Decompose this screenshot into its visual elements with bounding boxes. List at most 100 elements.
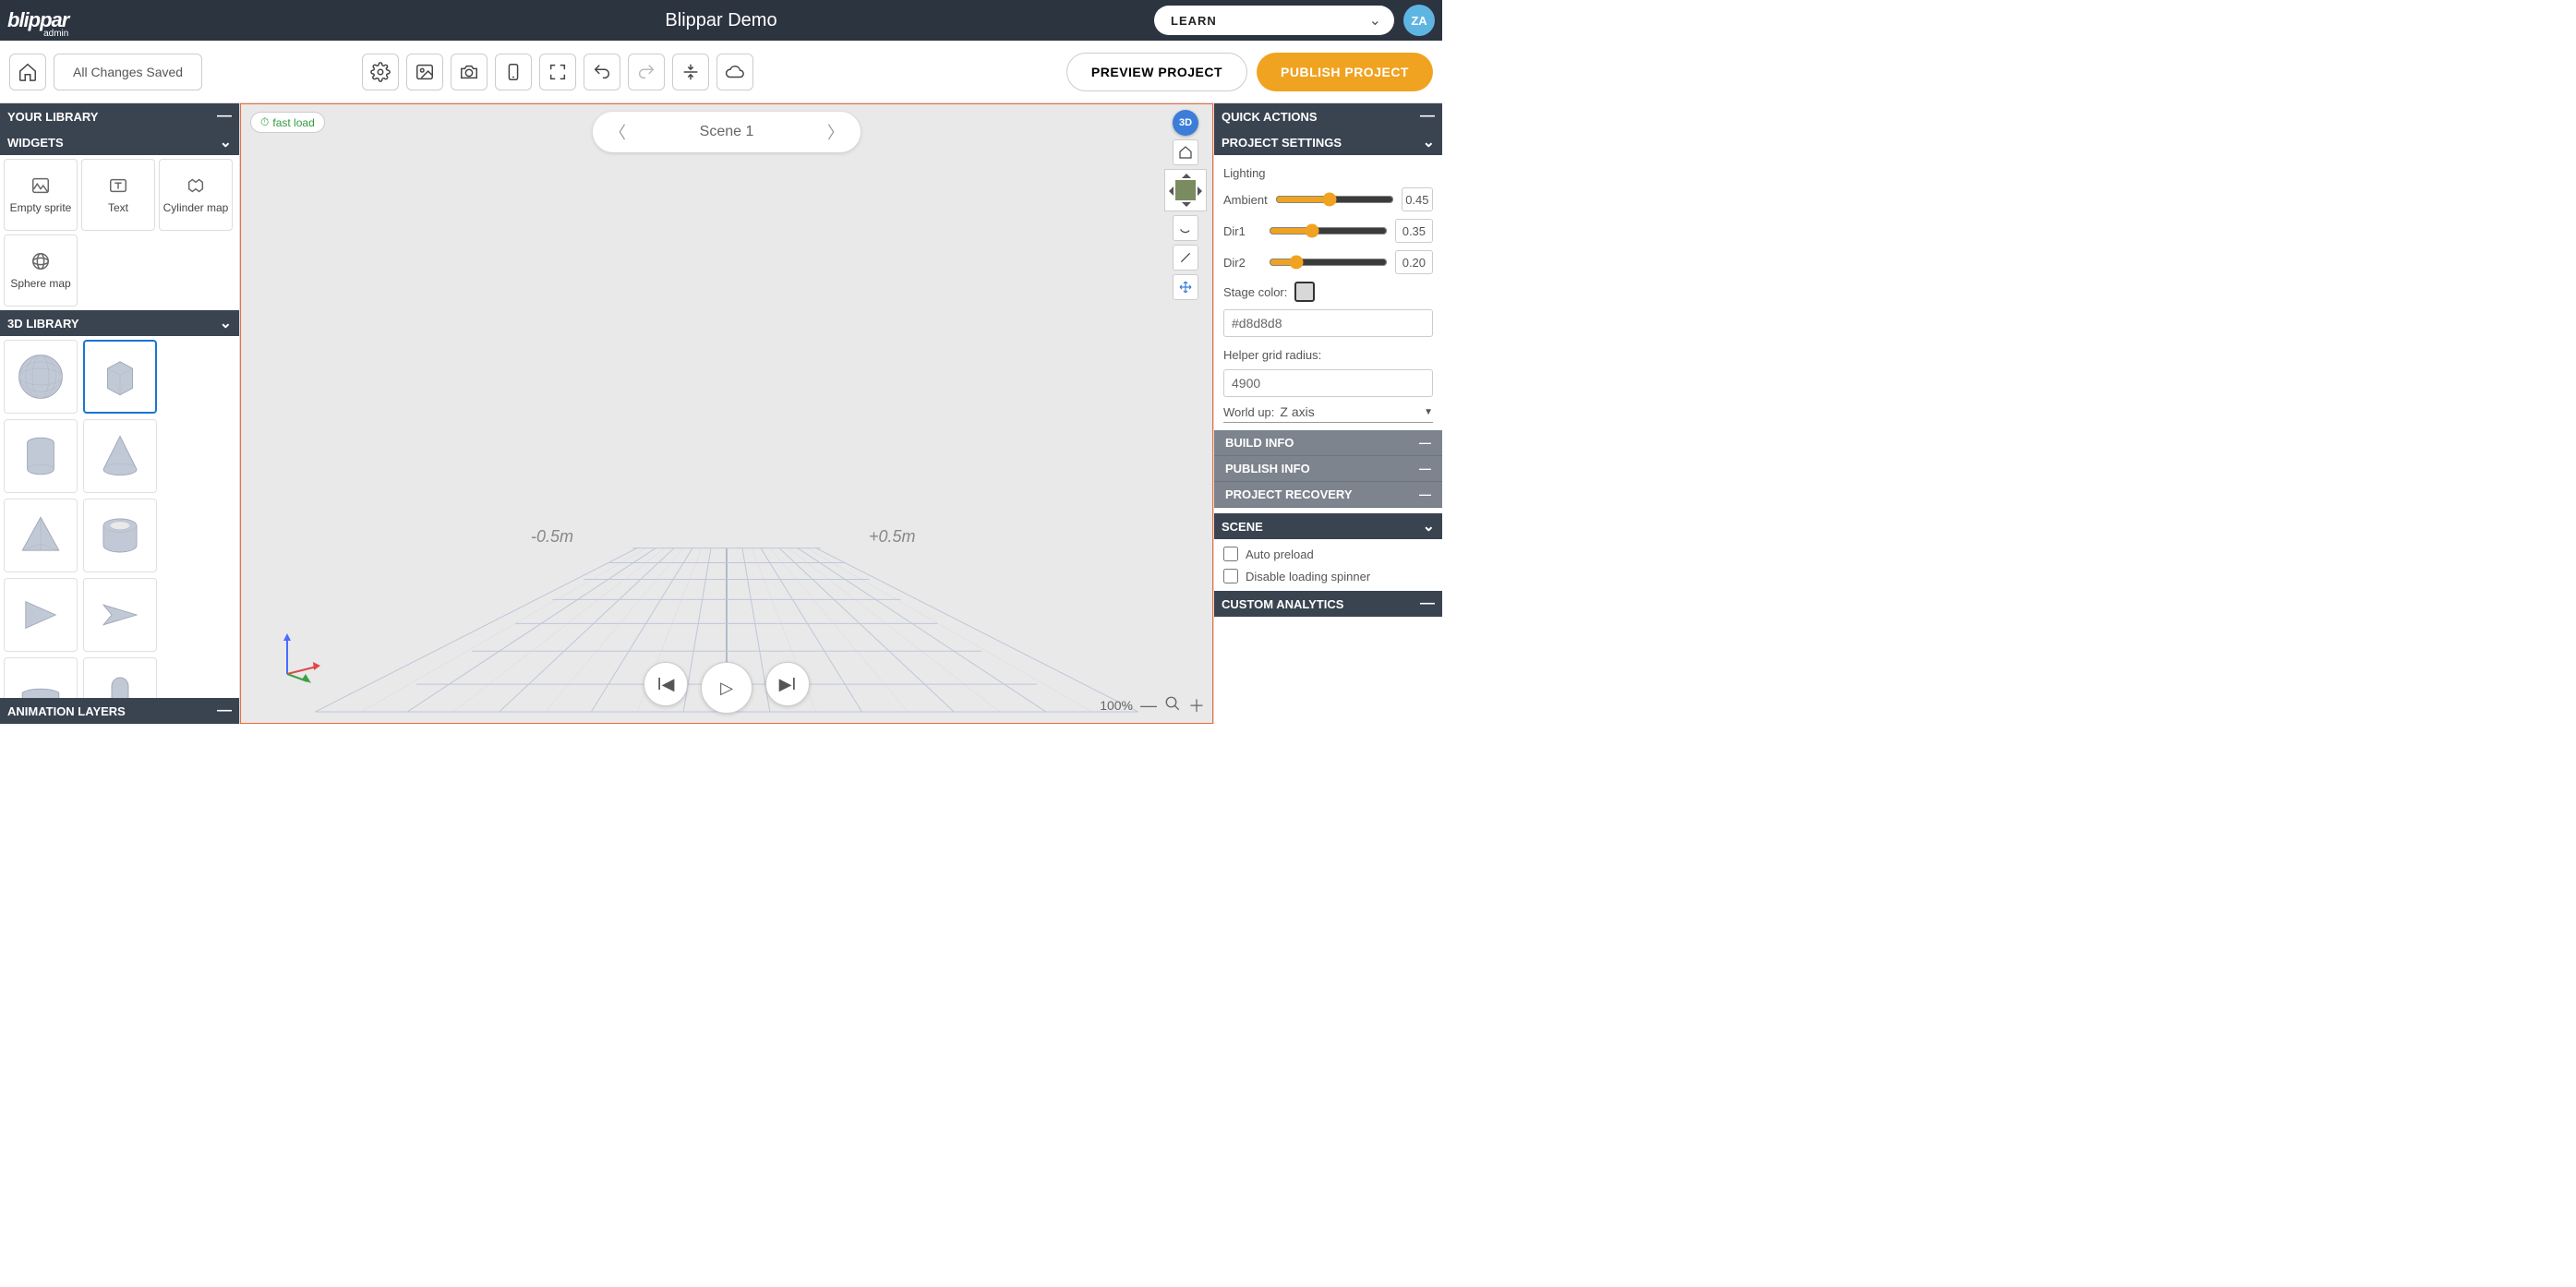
undo-button[interactable] [584,54,620,90]
build-info-header[interactable]: BUILD INFO — [1214,430,1442,456]
widget-label: Text [108,201,128,214]
avatar[interactable]: ZA [1403,5,1435,36]
build-info-label: BUILD INFO [1225,436,1294,450]
dir2-row: Dir2 0.20 [1223,250,1433,274]
dir1-label: Dir1 [1223,224,1261,238]
disable-spinner-row[interactable]: Disable loading spinner [1223,569,1433,583]
view-cube[interactable] [1164,169,1207,211]
zoom-reset-button[interactable] [1164,695,1181,716]
tool-rotate[interactable] [1173,215,1198,241]
scene-header[interactable]: SCENE ⌄ [1214,513,1442,539]
project-settings-label: PROJECT SETTINGS [1222,136,1342,150]
your-library-header[interactable]: YOUR LIBRARY — [0,103,239,129]
left-panel: YOUR LIBRARY — WIDGETS ⌄ Empty sprite Te… [0,103,240,724]
ambient-slider[interactable] [1275,192,1394,207]
fast-load-badge: ⏱ fast load [250,112,325,133]
shape-cylinder[interactable] [4,419,78,493]
chevron-down-icon: ⌄ [1423,133,1435,151]
widget-cylinder-map[interactable]: Cylinder map [159,159,233,231]
publish-button[interactable]: PUBLISH PROJECT [1257,53,1433,91]
3d-library-header[interactable]: 3D LIBRARY ⌄ [0,310,239,336]
animation-layers-header[interactable]: ANIMATION LAYERS — [0,698,239,724]
view-3d-button[interactable]: 3D [1173,110,1198,136]
tool-line[interactable] [1173,245,1198,271]
fast-load-label: fast load [272,116,314,129]
dir1-slider[interactable] [1269,223,1388,238]
shape-sphere[interactable] [4,340,78,414]
settings-button[interactable] [362,54,399,90]
cloud-button[interactable] [716,54,753,90]
shape-play[interactable] [4,578,78,652]
minus-icon: — [1419,487,1431,501]
ruler-right: +0.5m [869,527,916,547]
save-status: All Changes Saved [54,54,202,90]
canvas-viewport[interactable]: ⏱ fast load 〈 Scene 1 〉 3D [240,103,1213,724]
ambient-label: Ambient [1223,193,1268,207]
scene-name: Scene 1 [700,124,754,140]
stage-color-input[interactable] [1223,309,1433,337]
skip-forward-button[interactable]: ▶I [765,662,810,706]
image-button[interactable] [406,54,443,90]
scene-label: SCENE [1222,520,1263,534]
minus-icon: — [217,703,232,719]
widget-label: Sphere map [10,277,70,290]
shape-pyramid[interactable] [4,499,78,572]
zoom-out-button[interactable]: — [1140,696,1157,716]
learn-dropdown[interactable]: LEARN [1154,6,1394,35]
shape-arrow[interactable] [83,578,157,652]
disable-spinner-checkbox[interactable] [1223,569,1238,583]
tool-move[interactable] [1173,274,1198,300]
project-recovery-header[interactable]: PROJECT RECOVERY — [1214,482,1442,508]
widget-sphere-map[interactable]: Sphere map [4,235,78,307]
shape-ribbon[interactable] [4,657,78,698]
top-bar: blippar admin Blippar Demo LEARN ZA [0,0,1442,41]
shape-capsule[interactable] [83,657,157,698]
ambient-value[interactable]: 0.45 [1402,187,1433,211]
widgets-grid: Empty sprite Text Cylinder map Sphere ma… [0,155,239,310]
shape-cone[interactable] [83,419,157,493]
stage-color-row: Stage color: [1223,282,1433,302]
dir1-row: Dir1 0.35 [1223,219,1433,243]
skip-back-button[interactable]: I◀ [644,662,688,706]
dir1-value[interactable]: 0.35 [1395,219,1433,243]
scene-prev-button[interactable]: 〈 [609,120,626,144]
view-cube-right[interactable] [1198,186,1207,196]
custom-analytics-header[interactable]: CUSTOM ANALYTICS — [1214,591,1442,617]
widgets-header[interactable]: WIDGETS ⌄ [0,129,239,155]
grid-radius-input[interactable] [1223,369,1433,397]
play-button[interactable]: ▷ [701,662,752,714]
view-cube-down[interactable] [1182,202,1191,211]
quick-actions-header[interactable]: QUICK ACTIONS — [1214,103,1442,129]
redo-button[interactable] [628,54,665,90]
scene-next-button[interactable]: 〉 [827,120,844,144]
minus-icon: — [1420,108,1435,125]
home-button[interactable] [9,54,46,90]
collapse-button[interactable] [672,54,709,90]
stage-color-swatch[interactable] [1294,282,1315,302]
widget-text[interactable]: Text [81,159,155,231]
toolbar: All Changes Saved PREVIEW PROJEC [0,41,1442,103]
auto-preload-row[interactable]: Auto preload [1223,547,1433,561]
view-cube-up[interactable] [1182,169,1191,178]
shape-cube[interactable] [83,340,157,414]
widget-empty-sprite[interactable]: Empty sprite [4,159,78,231]
widget-label: Empty sprite [10,201,72,214]
widgets-label: WIDGETS [7,136,64,150]
dir2-slider[interactable] [1269,255,1388,270]
preview-button[interactable]: PREVIEW PROJECT [1066,53,1247,91]
device-button[interactable] [495,54,532,90]
publish-info-header[interactable]: PUBLISH INFO — [1214,456,1442,482]
shape-tube[interactable] [83,499,157,572]
auto-preload-label: Auto preload [1246,547,1314,561]
fullscreen-button[interactable] [539,54,576,90]
auto-preload-checkbox[interactable] [1223,547,1238,561]
view-home-button[interactable] [1173,139,1198,165]
dir2-value[interactable]: 0.20 [1395,250,1433,274]
world-up-select[interactable]: Z axis [1280,404,1418,419]
widget-label: Cylinder map [163,201,229,214]
zoom-in-button[interactable]: ＋ [1188,693,1205,717]
stage-color-label: Stage color: [1223,285,1287,299]
view-cube-left[interactable] [1164,186,1174,196]
project-settings-header[interactable]: PROJECT SETTINGS ⌄ [1214,129,1442,155]
camera-button[interactable] [451,54,488,90]
